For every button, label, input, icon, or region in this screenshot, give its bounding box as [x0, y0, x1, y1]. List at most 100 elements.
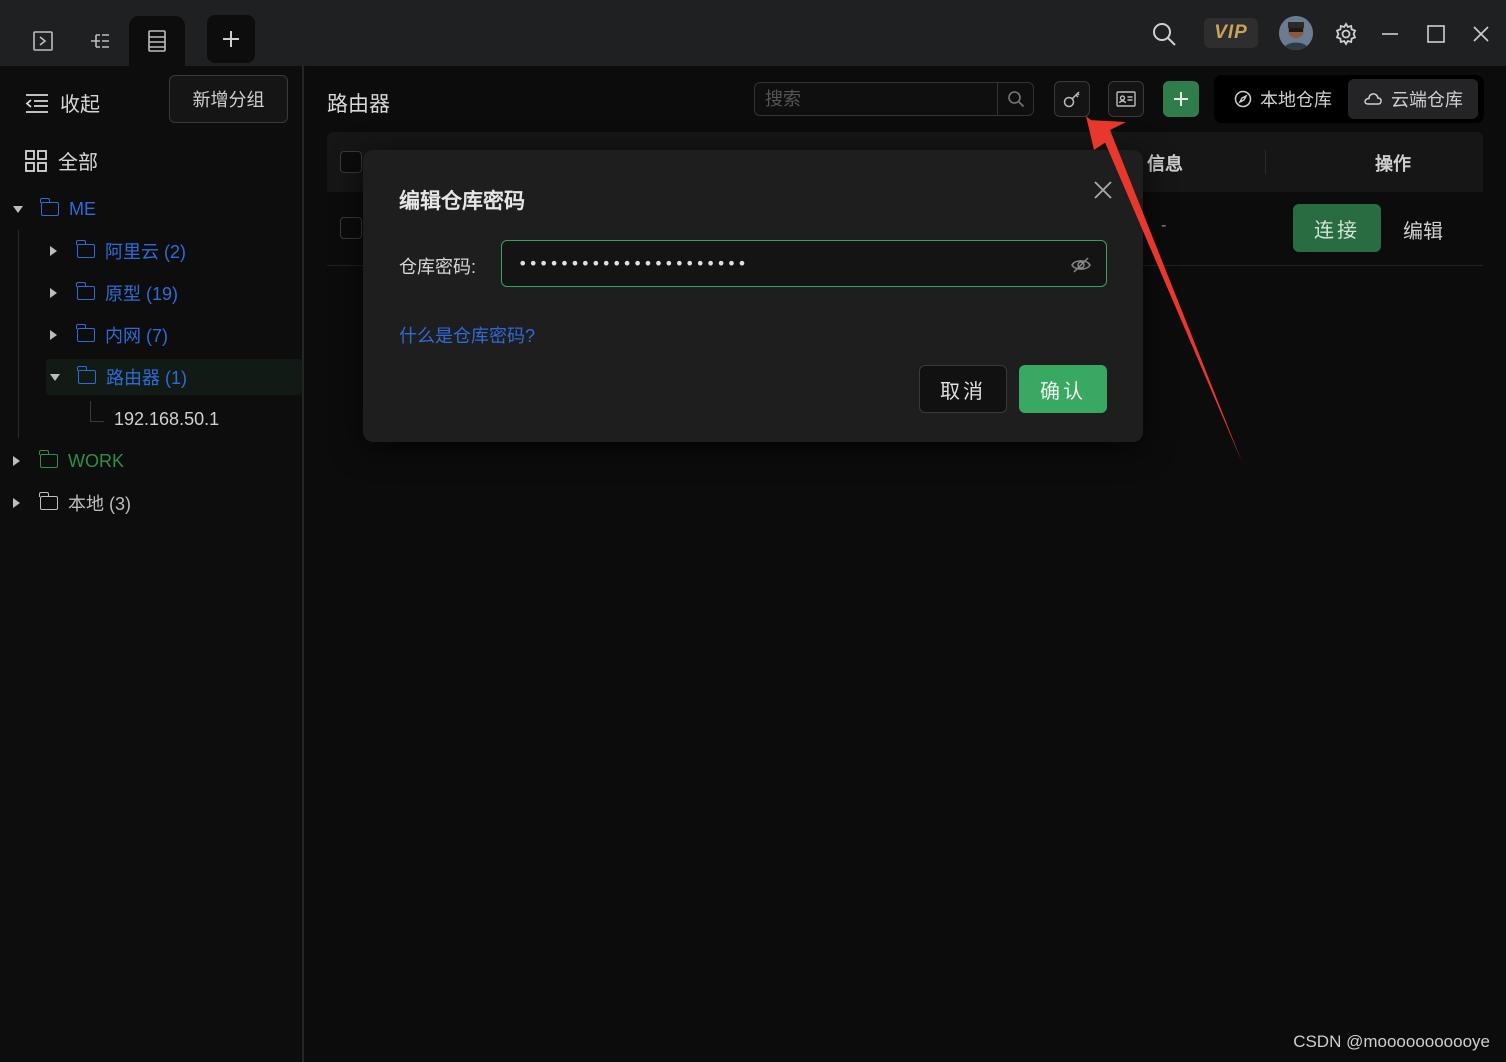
title-bar: VIP — [0, 0, 1506, 66]
collapse-menu-icon — [25, 93, 48, 113]
tree-label: WORK — [68, 450, 124, 471]
maximize-button[interactable] — [1422, 14, 1450, 54]
tree-label: ME — [69, 198, 96, 219]
row-checkbox[interactable] — [340, 217, 362, 239]
chevron-down-icon — [50, 373, 60, 381]
tree-guide — [18, 230, 19, 438]
folder-icon — [76, 282, 95, 300]
dialog-close-button[interactable] — [1091, 178, 1115, 202]
all-label: 全部 — [58, 152, 98, 174]
search-icon — [1153, 23, 1176, 46]
search-submit-button[interactable] — [997, 83, 1033, 115]
add-tab-button[interactable] — [207, 15, 255, 63]
folder-icon — [76, 324, 95, 342]
new-group-button[interactable]: 新增分组 — [169, 75, 288, 123]
sidebar: 收起 新增分组 全部 ME 阿里云 (2) 原型 (19) 内网 (7) 路由器… — [0, 66, 304, 1062]
tree-label: 本地 (3) — [68, 494, 131, 514]
password-help-link[interactable]: 什么是仓库密码? — [399, 322, 535, 348]
vip-badge[interactable]: VIP — [1204, 18, 1258, 48]
cloud-store-tab[interactable]: 云端仓库 — [1348, 79, 1478, 119]
edit-password-dialog: 编辑仓库密码 仓库密码: 什么是仓库密码? 取消 确认 — [363, 150, 1143, 442]
select-all-checkbox[interactable] — [340, 151, 362, 173]
app-window: VIP 收起 新增分组 全部 ME 阿里云 (2) 原型 (19) 内网 (7)… — [0, 0, 1506, 1062]
edit-button[interactable]: 编辑 — [1403, 215, 1443, 244]
terminal-icon — [33, 31, 53, 51]
toggle-visibility-button[interactable] — [1070, 254, 1092, 276]
folder-icon — [77, 366, 96, 384]
tree-label: 内网 (7) — [105, 326, 168, 346]
cloud-icon — [1364, 93, 1382, 105]
confirm-button[interactable]: 确认 — [1019, 365, 1107, 413]
search-button[interactable] — [1148, 14, 1180, 54]
tree-group-work[interactable]: WORK — [13, 443, 124, 479]
id-card-icon — [1116, 91, 1136, 107]
close-icon — [1094, 181, 1112, 199]
password-label: 仓库密码: — [399, 257, 477, 277]
plus-icon — [1174, 92, 1188, 106]
dialog-title: 编辑仓库密码 — [399, 190, 525, 213]
close-window-button[interactable] — [1467, 14, 1495, 54]
folder-icon — [39, 450, 58, 468]
folder-icon — [39, 492, 58, 510]
chevron-down-icon — [13, 205, 23, 213]
user-avatar-icon — [1279, 16, 1313, 50]
local-store-tab[interactable]: 本地仓库 — [1218, 79, 1348, 119]
folder-icon — [40, 198, 59, 216]
avatar[interactable] — [1279, 16, 1313, 50]
local-store-label: 本地仓库 — [1260, 90, 1332, 110]
add-host-button[interactable] — [1163, 81, 1199, 117]
eye-off-icon — [1071, 257, 1091, 273]
tree-group-aliyun[interactable]: 阿里云 (2) — [50, 233, 186, 269]
plus-icon — [223, 31, 239, 47]
password-field — [501, 240, 1107, 287]
identity-button[interactable] — [1108, 81, 1144, 117]
cancel-button[interactable]: 取消 — [919, 365, 1007, 413]
compass-icon — [1234, 90, 1252, 108]
row-info: - — [1161, 217, 1167, 234]
column-divider — [1265, 150, 1266, 174]
key-icon — [1063, 91, 1080, 108]
edit-password-button[interactable] — [1054, 81, 1090, 117]
tree-group-me[interactable]: ME — [13, 191, 96, 227]
tree-group-router[interactable]: 路由器 (1) — [46, 359, 302, 395]
close-icon — [1473, 26, 1489, 42]
column-header-ops: 操作 — [1375, 154, 1411, 174]
server-list-icon — [148, 30, 166, 52]
tab-tree[interactable] — [72, 16, 128, 66]
folder-icon — [76, 240, 95, 258]
chevron-right-icon — [50, 330, 57, 340]
store-switch: 本地仓库 云端仓库 — [1214, 75, 1484, 123]
column-header-info: 信息 — [1147, 154, 1183, 174]
host-label: 192.168.50.1 — [114, 408, 220, 429]
tree-label: 原型 (19) — [105, 284, 179, 304]
tab-terminal[interactable] — [15, 16, 71, 66]
tree-group-local[interactable]: 本地 (3) — [13, 485, 131, 521]
chevron-right-icon — [13, 498, 20, 508]
tree-guide — [90, 401, 91, 421]
collapse-button[interactable]: 收起 — [24, 88, 100, 117]
page-title: 路由器 — [327, 93, 390, 116]
collapse-label: 收起 — [60, 94, 100, 116]
chevron-right-icon — [50, 288, 57, 298]
maximize-icon — [1427, 25, 1445, 43]
password-input[interactable] — [502, 241, 1052, 286]
settings-button[interactable] — [1330, 14, 1362, 54]
watermark: CSDN @mooooooooooye — [1293, 1032, 1490, 1051]
tree-label: 阿里云 (2) — [105, 242, 186, 262]
minimize-icon — [1382, 33, 1398, 35]
search-box — [754, 82, 1034, 116]
gear-icon — [1335, 22, 1357, 46]
all-hosts-item[interactable]: 全部 — [24, 146, 98, 175]
tree-group-intranet[interactable]: 内网 (7) — [50, 317, 168, 353]
tree-icon — [91, 34, 109, 48]
tree-group-prototype[interactable]: 原型 (19) — [50, 275, 178, 311]
cloud-store-label: 云端仓库 — [1391, 90, 1463, 110]
minimize-button[interactable] — [1376, 14, 1404, 54]
tab-servers[interactable] — [129, 16, 185, 66]
search-input[interactable] — [755, 83, 999, 115]
connect-button[interactable]: 连接 — [1293, 204, 1381, 252]
chevron-right-icon — [50, 246, 57, 256]
tree-guide — [90, 421, 104, 422]
tree-host-item[interactable]: 192.168.50.1 — [114, 401, 219, 437]
grid-icon — [25, 149, 47, 172]
